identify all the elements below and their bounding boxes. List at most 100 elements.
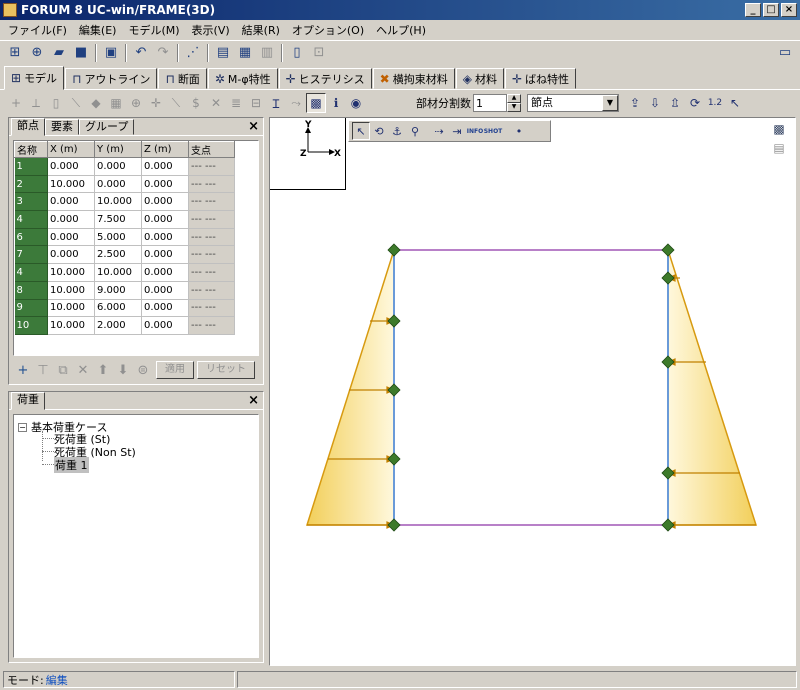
node-y-cell[interactable]: 6.000 — [94, 299, 142, 318]
refresh-icon[interactable]: ⟳ — [685, 93, 705, 113]
node-name-cell[interactable]: 4 — [14, 210, 48, 229]
tab-confinement[interactable]: ✖ 横拘束材料 — [372, 68, 455, 89]
tab-model[interactable]: ⊞ モデル — [4, 66, 65, 90]
divide-member-icon[interactable]: ⟍ — [66, 93, 86, 113]
report-output-icon[interactable]: ▥ — [256, 43, 278, 63]
check-icon[interactable]: ◉ — [346, 93, 366, 113]
new-model-icon[interactable]: ⊞ — [4, 43, 26, 63]
analysis-run-icon[interactable]: ⋰ — [182, 43, 204, 63]
target-select[interactable]: 節点 ▼ — [527, 94, 619, 112]
view-model-icon[interactable]: ▩ — [306, 93, 326, 113]
node-y-cell[interactable]: 0.000 — [94, 175, 142, 194]
sort-icon[interactable]: ⊜ — [133, 363, 153, 378]
node-y-cell[interactable]: 9.000 — [94, 281, 142, 300]
node-support-cell[interactable]: --- --- — [188, 210, 235, 229]
node-name-cell[interactable]: 9 — [14, 299, 48, 318]
node-x-cell[interactable]: 10.000 — [47, 281, 95, 300]
split-count-spinner[interactable]: ▲ ▼ — [473, 94, 523, 112]
move-down-icon[interactable]: ⬇ — [113, 363, 133, 378]
tab-groups[interactable]: グループ — [79, 119, 135, 135]
spin-up-icon[interactable]: ▲ — [507, 94, 521, 103]
node-y-cell[interactable]: 7.500 — [94, 210, 142, 229]
menu-options[interactable]: オプション(O) — [286, 22, 370, 38]
delete-row-icon[interactable]: ✕ — [73, 363, 93, 378]
spin-down-icon[interactable]: ▼ — [507, 103, 521, 112]
apply-button[interactable]: 適用 — [156, 361, 194, 379]
node-z-cell[interactable]: 0.000 — [141, 210, 189, 229]
node-support-cell[interactable]: --- --- — [188, 263, 235, 282]
open-folder-icon[interactable]: ▰ — [48, 43, 70, 63]
rigid-zone-icon[interactable]: ◆ — [86, 93, 106, 113]
move-node-icon[interactable]: ✛ — [146, 93, 166, 113]
table-row[interactable]: 2 10.000 0.000 0.000 --- --- — [14, 175, 235, 194]
node-support-cell[interactable]: --- --- — [188, 245, 235, 265]
menu-view[interactable]: 表示(V) — [186, 22, 236, 38]
keyboard-icon[interactable]: ▭ — [774, 43, 796, 63]
rotate-icon[interactable]: ⟍ — [166, 93, 186, 113]
redo-icon[interactable]: ↷ — [152, 43, 174, 63]
node-support-cell[interactable]: --- --- — [188, 281, 235, 300]
node-x-cell[interactable]: 10.000 — [47, 299, 95, 318]
tab-spring[interactable]: ✛ ばね特性 — [504, 68, 577, 89]
node-z-cell[interactable]: 0.000 — [141, 192, 189, 212]
node-y-cell[interactable]: 10.000 — [94, 192, 142, 212]
node-name-cell[interactable]: 1 — [14, 157, 48, 176]
collapse-icon[interactable]: − — [18, 422, 27, 432]
frame-drawing[interactable] — [270, 118, 797, 667]
node-z-cell[interactable]: 0.000 — [141, 299, 189, 318]
undo-icon[interactable]: ↶ — [130, 43, 152, 63]
close-button[interactable]: × — [781, 3, 797, 17]
fetch-icon[interactable]: ⇫ — [665, 93, 685, 113]
node-x-cell[interactable]: 0.000 — [47, 192, 95, 212]
table-row[interactable]: 7 0.000 2.500 0.000 --- --- — [14, 245, 235, 265]
insert-row-icon[interactable]: ⊤ — [33, 363, 53, 378]
node-y-cell[interactable]: 5.000 — [94, 228, 142, 247]
node-support-cell[interactable]: --- --- — [188, 157, 235, 176]
node-x-cell[interactable]: 10.000 — [47, 316, 95, 335]
spring-element-icon[interactable]: ▦ — [106, 93, 126, 113]
node-z-cell[interactable]: 0.000 — [141, 228, 189, 247]
table-row[interactable]: 9 10.000 6.000 0.000 --- --- — [14, 299, 235, 318]
node-x-cell[interactable]: 10.000 — [47, 263, 95, 282]
column-header-z[interactable]: Z (m) — [141, 141, 189, 158]
reset-button[interactable]: リセット — [197, 361, 255, 379]
tab-section[interactable]: ⊓ 断面 — [158, 68, 207, 89]
save-icon[interactable]: ■ — [70, 43, 92, 63]
add-member-icon[interactable]: ⟂ — [26, 93, 46, 113]
report-icon[interactable]: ▤ — [212, 43, 234, 63]
add-support-icon[interactable]: ▯ — [46, 93, 66, 113]
tab-material[interactable]: ◈ 材料 — [455, 68, 504, 89]
table-row[interactable]: 4 10.000 10.000 0.000 --- --- — [14, 263, 235, 282]
node-marker[interactable] — [387, 243, 401, 257]
node-marker[interactable] — [661, 243, 675, 257]
tree-item-load-1[interactable]: 荷重 1 — [54, 457, 89, 473]
node-name-cell[interactable]: 3 — [14, 192, 48, 212]
node-x-cell[interactable]: 10.000 — [47, 175, 95, 194]
import-icon[interactable]: ⇪ — [625, 93, 645, 113]
node-z-cell[interactable]: 0.000 — [141, 157, 189, 176]
menu-edit[interactable]: 編集(E) — [73, 22, 123, 38]
model-view[interactable]: Y Z X ↖ ⟲ ⚓ ⚲ ⇢ ⇥ INFO SHOT • ▩ ▤ — [269, 117, 796, 666]
print-preview-icon[interactable]: ▣ — [100, 43, 122, 63]
mirror-icon[interactable]: $ — [186, 93, 206, 113]
node-y-cell[interactable]: 10.000 — [94, 263, 142, 282]
export-icon[interactable]: ⊡ — [308, 43, 330, 63]
new-wizard-icon[interactable]: ⊕ — [26, 43, 48, 63]
calculator-icon[interactable]: ▯ — [286, 43, 308, 63]
menu-help[interactable]: ヘルプ(H) — [370, 22, 432, 38]
table-row[interactable]: 4 0.000 7.500 0.000 --- --- — [14, 210, 235, 229]
node-z-cell[interactable]: 0.000 — [141, 175, 189, 194]
node-z-cell[interactable]: 0.000 — [141, 316, 189, 335]
chevron-down-icon[interactable]: ▼ — [602, 95, 618, 111]
node-support-cell[interactable]: --- --- — [188, 175, 235, 194]
node-x-cell[interactable]: 0.000 — [47, 228, 95, 247]
section-assign-icon[interactable]: Ɪ — [266, 93, 286, 113]
node-x-cell[interactable]: 0.000 — [47, 157, 95, 176]
column-header-y[interactable]: Y (m) — [94, 141, 142, 158]
local-axis-icon[interactable]: ⊕ — [126, 93, 146, 113]
split-count-input[interactable] — [473, 94, 507, 112]
group-icon[interactable]: ⊟ — [246, 93, 266, 113]
add-node-icon[interactable]: + — [6, 93, 26, 113]
node-y-cell[interactable]: 2.000 — [94, 316, 142, 335]
pointer-icon[interactable]: ↖ — [725, 93, 745, 113]
